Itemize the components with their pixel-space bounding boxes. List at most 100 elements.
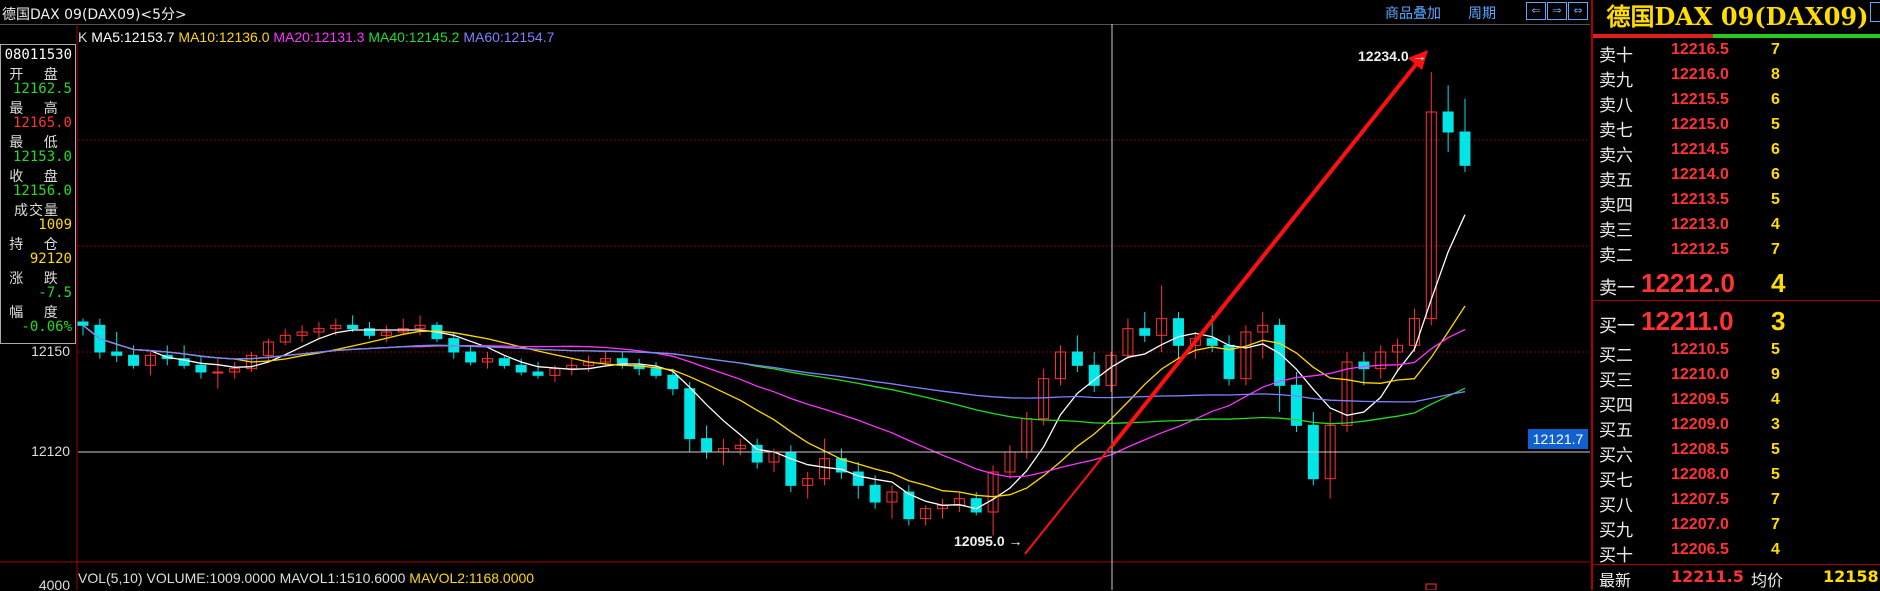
open-value: 12162.5 [12,81,72,97]
ask-label: 卖十 [1599,46,1633,66]
bid-price: 12207.0 [1671,516,1729,533]
bid-row[interactable]: 买一 12211.0 3 [1593,306,1880,337]
crosshair-price: 12121.7 [1533,431,1584,447]
bid-label: 买九 [1599,521,1633,541]
ask-row[interactable]: 卖三 12213.0 4 [1593,216,1880,241]
ask-price: 12215.0 [1671,116,1729,133]
nav-left-icon[interactable]: ⇐ [1526,2,1546,20]
bid-price: 12210.5 [1671,341,1729,358]
bid-row[interactable]: 买五 12209.0 3 [1593,416,1880,441]
candle-body [128,354,140,366]
ask-row[interactable]: 卖十 12216.5 7 [1593,41,1880,66]
ask-volume: 6 [1771,91,1780,108]
candle-body [1274,324,1286,386]
candle-body [347,324,359,330]
last-label: 最新 [1599,571,1632,590]
last-value: 12211.5 [1671,567,1744,586]
nav-expand-icon[interactable]: ⇔ [1568,2,1588,20]
ask-row[interactable]: 卖五 12214.0 6 [1593,166,1880,191]
ask-row[interactable]: 卖四 12213.5 5 [1593,191,1880,216]
ask-label: 卖六 [1599,146,1633,166]
candle-body [212,371,224,374]
ask-row[interactable]: 卖八 12215.5 6 [1593,91,1880,116]
trend-arrow [1110,60,1420,448]
ask-label: 卖一 [1599,278,1635,299]
bid-label: 买七 [1599,471,1633,491]
ask-price: 12213.0 [1671,216,1729,233]
ask-label: 卖九 [1599,71,1633,91]
period-button[interactable]: 周期 [1468,3,1496,23]
bid-label: 买十 [1599,546,1633,566]
ask-price: 12216.0 [1671,66,1729,83]
bid-row[interactable]: 买九 12207.0 7 [1593,516,1880,541]
ask-price: 12212.5 [1671,241,1729,258]
bid-price: 12206.5 [1671,541,1729,558]
ask-volume: 6 [1771,166,1780,183]
bid-volume: 5 [1771,441,1780,458]
candle-body [1442,111,1454,133]
overlay-button[interactable]: 商品叠加 [1385,3,1441,23]
bid-row[interactable]: 买三 12210.0 9 [1593,366,1880,391]
ask-price: 12213.5 [1671,191,1729,208]
bid-row[interactable]: 买六 12208.5 5 [1593,441,1880,466]
ask-row[interactable]: 卖六 12214.5 6 [1593,141,1880,166]
candle-body [1172,318,1184,346]
bid-volume: 5 [1771,466,1780,483]
ask-volume: 5 [1771,191,1780,208]
divider [1593,300,1880,301]
bid-row[interactable]: 买四 12209.5 4 [1593,391,1880,416]
ask-price: 12214.5 [1671,141,1729,158]
nav-right-icon[interactable]: ⇒ [1547,2,1567,20]
bid-label: 买三 [1599,371,1633,391]
candle-body [498,358,510,366]
ask-price: 12215.5 [1671,91,1729,108]
bid-price: 12208.0 [1671,466,1729,483]
bid-price: 12209.0 [1671,416,1729,433]
ask-volume: 8 [1771,66,1780,83]
bid-row[interactable]: 买十 12206.5 4 [1593,541,1880,566]
last-price-row: 最新 12211.5 均价 12158.3 [1593,565,1880,590]
bid-row[interactable]: 买二 12210.5 5 [1593,341,1880,366]
quote-panel: 德国DAX 09(DAX09) 卖十 12216.5 7 卖九 12216.0 8 卖八 12… [1591,0,1880,590]
ask-label: 卖二 [1599,246,1633,266]
bid-label: 买六 [1599,446,1633,466]
volume-value: 1009 [38,217,72,233]
candle-body [515,364,527,373]
ask-label: 卖八 [1599,96,1633,116]
ask-price: 12216.5 [1671,41,1729,58]
ask-row[interactable]: 卖七 12215.0 5 [1593,116,1880,141]
y-tick-label: 12120 [31,443,70,459]
pct-value: -0.06% [21,319,72,335]
ask-volume: 6 [1771,141,1780,158]
panel-flag-icon[interactable] [1870,2,1880,22]
avg-value: 12158.3 [1823,567,1880,586]
instrument-title: 德国DAX 09(DAX09)<5分> [2,7,187,23]
bid-row[interactable]: 买八 12207.5 7 [1593,491,1880,516]
bid-volume: 4 [1771,541,1780,558]
ask-volume: 7 [1771,241,1780,258]
kline-chart[interactable]: 12150 12120 4000 K MA5:12153.7 MA10:12136.0… [0,24,1590,590]
bid-volume: 7 [1771,516,1780,533]
quote-title: 德国DAX 09(DAX09) [1606,2,1869,31]
ask-row[interactable]: 卖二 12212.5 7 [1593,241,1880,266]
ask-row[interactable]: 卖九 12216.0 8 [1593,66,1880,91]
ask-price: 12212.0 [1641,268,1735,298]
bid-strength-bar [1593,34,1713,38]
candle-body [650,368,662,376]
candle-body [1071,351,1083,366]
candle-body [111,351,123,356]
bar-info-box: 08011530 开 盘 12162.5 最 高 12165.0 最 低 121… [0,44,76,344]
ask-price: 12214.0 [1671,166,1729,183]
bid-volume: 3 [1771,306,1786,336]
candle-body [667,374,679,390]
bar-time: 08011530 [4,47,72,63]
oi-value: 92120 [29,251,72,267]
bid-price: 12210.0 [1671,366,1729,383]
y-tick-label: 12150 [31,343,70,359]
ask-row[interactable]: 卖一 12212.0 4 [1593,268,1880,299]
low-annotation: 12095.0 → [954,533,1023,549]
bid-row[interactable]: 买七 12208.0 5 [1593,466,1880,491]
candle-body [1206,338,1218,346]
ask-label: 卖四 [1599,196,1633,216]
bid-label: 买一 [1599,316,1635,337]
